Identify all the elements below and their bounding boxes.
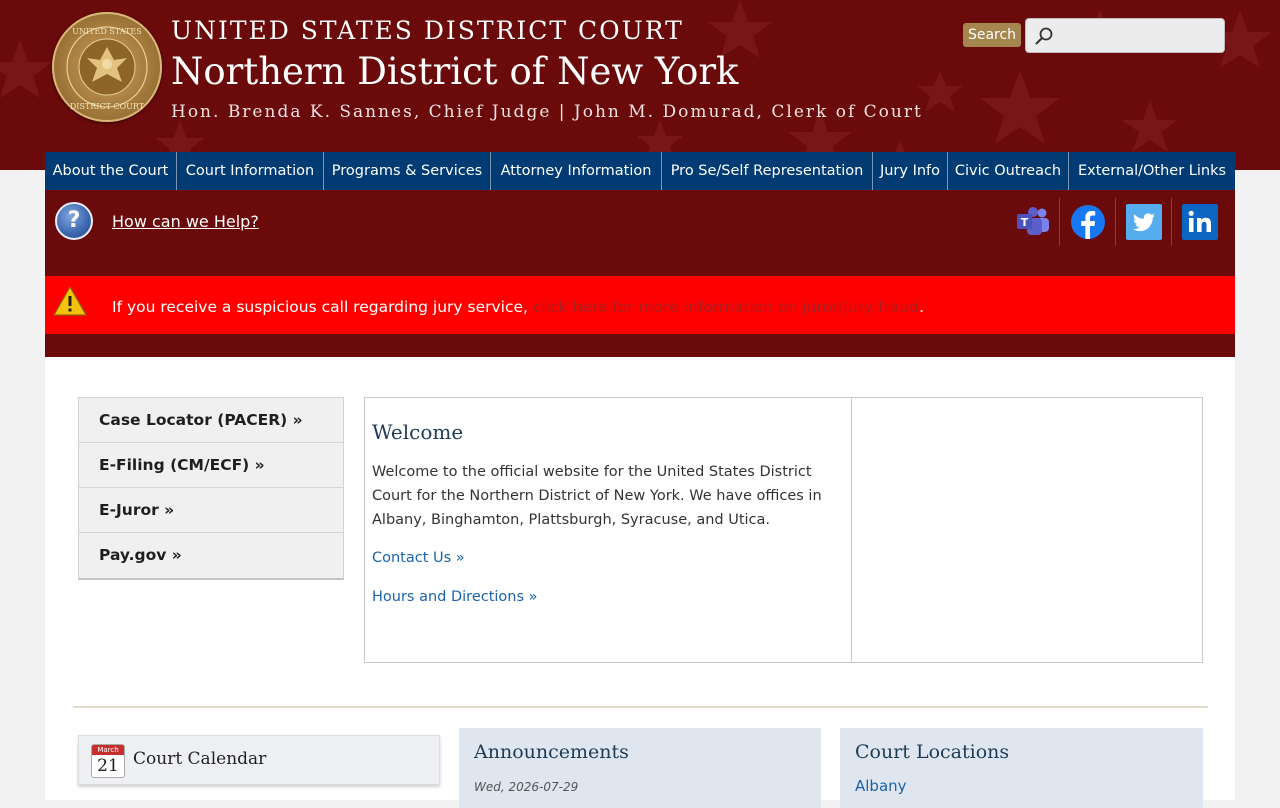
- nav-programs-services[interactable]: Programs & Services: [324, 152, 491, 190]
- microsoft-teams-icon: T: [1017, 207, 1049, 235]
- facebook-link[interactable]: [1060, 198, 1116, 246]
- court-locations-title: Court Locations: [855, 741, 1010, 763]
- court-name-top: UNITED STATES DISTRICT COURT: [171, 16, 684, 45]
- linkedin-icon: [1182, 204, 1218, 240]
- nav-pro-se[interactable]: Pro Se/Self Representation: [662, 152, 873, 190]
- search-field[interactable]: [1025, 18, 1225, 53]
- svg-text:T: T: [1021, 216, 1029, 229]
- court-locations-card: Court Locations Albany: [840, 728, 1203, 808]
- jury-fraud-alert: If you receive a suspicious call regardi…: [45, 276, 1235, 334]
- jury-fraud-link[interactable]: click here for more information on juror…: [533, 298, 919, 316]
- site-header: UNITED STATES DISTRICT COURT UNITED STAT…: [0, 0, 1280, 170]
- seal-text-bottom: DISTRICT COURT: [70, 102, 145, 111]
- quicklink-e-juror[interactable]: E-Juror »: [79, 488, 343, 533]
- nav-about-the-court[interactable]: About the Court: [45, 152, 177, 190]
- welcome-column: Welcome Welcome to the official website …: [365, 398, 852, 662]
- court-officials: Hon. Brenda K. Sannes, Chief Judge | Joh…: [171, 102, 923, 122]
- quicklink-pay-gov[interactable]: Pay.gov »: [79, 533, 343, 578]
- quick-links: Case Locator (PACER) » E-Filing (CM/ECF)…: [78, 397, 344, 580]
- court-calendar-title: Court Calendar: [133, 749, 267, 769]
- how-can-we-help-link[interactable]: How can we Help?: [112, 212, 259, 231]
- nav-court-information[interactable]: Court Information: [177, 152, 324, 190]
- warning-icon: [53, 286, 87, 316]
- alert-message: If you receive a suspicious call regardi…: [112, 298, 924, 316]
- announcements-card: Announcements Wed, 2026-07-29: [459, 728, 821, 808]
- section-divider: [73, 706, 1208, 708]
- nav-attorney-information[interactable]: Attorney Information: [491, 152, 662, 190]
- court-calendar-card[interactable]: March 21 Court Calendar: [78, 735, 440, 785]
- nav-civic-outreach[interactable]: Civic Outreach: [948, 152, 1069, 190]
- nav-jury-info[interactable]: Jury Info: [873, 152, 948, 190]
- teams-link[interactable]: T: [1004, 198, 1060, 246]
- search-button[interactable]: Search: [963, 23, 1021, 47]
- alert-period: .: [919, 298, 925, 316]
- welcome-text: Welcome to the official website for the …: [372, 464, 822, 528]
- question-icon[interactable]: ?: [55, 202, 93, 240]
- court-district-title[interactable]: Northern District of New York: [171, 50, 738, 93]
- quicklink-case-locator[interactable]: Case Locator (PACER) »: [79, 398, 343, 443]
- facebook-icon: [1071, 205, 1105, 239]
- contact-us-link[interactable]: Contact Us »: [372, 550, 465, 566]
- announcements-title: Announcements: [474, 741, 629, 763]
- help-bar: ? How can we Help? T: [45, 190, 1235, 276]
- nav-external-links[interactable]: External/Other Links: [1069, 152, 1235, 190]
- calendar-day: 21: [97, 756, 119, 776]
- search-icon: [1035, 27, 1053, 45]
- location-albany-link[interactable]: Albany: [855, 777, 907, 795]
- welcome-panel: Welcome Welcome to the official website …: [364, 397, 1203, 663]
- quicklink-e-filing[interactable]: E-Filing (CM/ECF) »: [79, 443, 343, 488]
- search-input[interactable]: [1060, 25, 1214, 47]
- calendar-icon: March 21: [91, 744, 125, 778]
- welcome-title: Welcome: [372, 420, 464, 444]
- main-content: Case Locator (PACER) » E-Filing (CM/ECF)…: [45, 357, 1235, 808]
- alert-text: If you receive a suspicious call regardi…: [112, 298, 533, 316]
- twitter-link[interactable]: [1116, 198, 1172, 246]
- alert-bottom-band: [45, 334, 1235, 357]
- seal-text-top: UNITED STATES: [72, 27, 141, 36]
- announcement-date: Wed, 2026-07-29: [474, 780, 579, 794]
- twitter-icon: [1126, 204, 1162, 240]
- court-seal-logo[interactable]: UNITED STATES DISTRICT COURT: [52, 12, 162, 122]
- calendar-month: March: [92, 745, 124, 755]
- main-nav: About the Court Court Information Progra…: [45, 152, 1235, 190]
- linkedin-link[interactable]: [1172, 198, 1228, 246]
- hours-directions-link[interactable]: Hours and Directions »: [372, 589, 538, 605]
